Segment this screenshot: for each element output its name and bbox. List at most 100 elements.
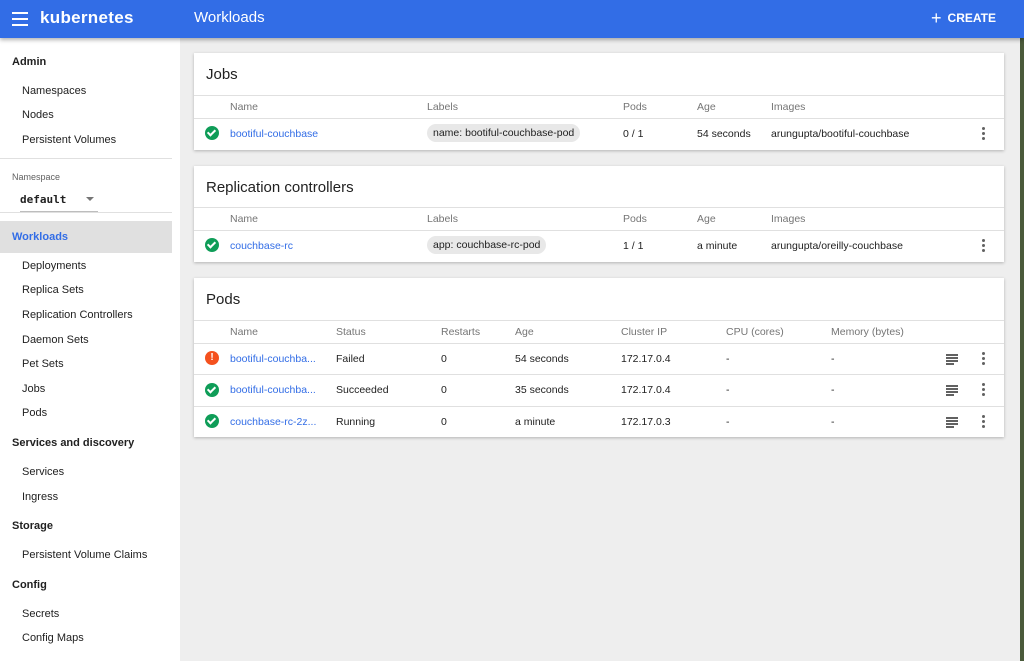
column-header-name[interactable]: Name [230, 213, 258, 225]
pod-memory: - [831, 416, 835, 428]
error-circle-icon: ! [205, 351, 219, 365]
column-header-age[interactable]: Age [697, 101, 716, 113]
column-header-name[interactable]: Name [230, 326, 258, 338]
replication-controllers-card: Replication controllers Name Labels Pods… [194, 166, 1004, 262]
pod-cpu: - [726, 416, 730, 428]
pod-name-link[interactable]: bootiful-couchba... [230, 384, 316, 396]
kubernetes-logo[interactable]: kubernetes [40, 8, 134, 28]
create-button[interactable]: + CREATE [931, 9, 996, 27]
check-circle-icon [205, 238, 219, 252]
more-vert-icon[interactable] [982, 127, 986, 141]
nav-section-storage[interactable]: Storage [12, 520, 53, 532]
age-value: 54 seconds [697, 128, 751, 140]
nav-item-pet-sets[interactable]: Pet Sets [22, 358, 64, 370]
nav-item-pods[interactable]: Pods [22, 407, 47, 419]
nav-item-nodes[interactable]: Nodes [22, 109, 54, 121]
nav-divider [0, 212, 172, 213]
check-circle-icon [205, 126, 219, 140]
column-header-pods: Pods [623, 101, 647, 113]
pods-card-title: Pods [206, 291, 241, 308]
rc-name-link[interactable]: couchbase-rc [230, 240, 293, 252]
nav-item-ingress[interactable]: Ingress [22, 491, 58, 503]
more-vert-icon[interactable] [982, 352, 986, 366]
divider [194, 343, 1004, 344]
pod-status: Succeeded [336, 384, 389, 396]
pod-age: 35 seconds [515, 384, 569, 396]
pod-name-link[interactable]: couchbase-rc-2z... [230, 416, 316, 428]
plus-icon: + [931, 8, 942, 28]
pod-age: 54 seconds [515, 353, 569, 365]
nav-item-jobs[interactable]: Jobs [22, 383, 45, 395]
nav-item-persistent-volume-claims[interactable]: Persistent Volume Claims [22, 549, 147, 561]
menu-icon[interactable] [12, 12, 28, 26]
page-title: Workloads [194, 9, 265, 26]
job-name-link[interactable]: bootiful-couchbase [230, 128, 318, 140]
divider [194, 118, 1004, 119]
nav-item-config-maps[interactable]: Config Maps [22, 632, 84, 644]
divider [194, 207, 1004, 208]
pod-status: Running [336, 416, 376, 428]
nav-item-replication-controllers[interactable]: Replication Controllers [22, 309, 133, 321]
column-header-labels: Labels [427, 101, 458, 113]
pod-memory: - [831, 384, 835, 396]
namespace-select[interactable]: default [20, 193, 98, 212]
pod-memory: - [831, 353, 835, 365]
column-header-cpu: CPU (cores) [726, 326, 784, 338]
pod-name-link[interactable]: bootiful-couchba... [230, 353, 316, 365]
pod-cluster-ip: 172.17.0.4 [621, 384, 671, 396]
divider [194, 230, 1004, 231]
namespace-value: default [20, 193, 67, 206]
column-header-labels: Labels [427, 213, 458, 225]
nav-item-daemon-sets[interactable]: Daemon Sets [22, 334, 89, 346]
jobs-card: Jobs Name Labels Pods Age Images bootifu… [194, 53, 1004, 150]
column-header-pods: Pods [623, 213, 647, 225]
pod-status: Failed [336, 353, 365, 365]
nav-item-secrets[interactable]: Secrets [22, 608, 59, 620]
column-header-images: Images [771, 213, 806, 225]
nav-divider [0, 158, 172, 159]
pod-cluster-ip: 172.17.0.4 [621, 353, 671, 365]
nav-item-replica-sets[interactable]: Replica Sets [22, 284, 84, 296]
pod-cpu: - [726, 353, 730, 365]
nav-item-namespaces[interactable]: Namespaces [22, 85, 86, 97]
more-vert-icon[interactable] [982, 415, 986, 429]
column-header-name[interactable]: Name [230, 101, 258, 113]
logs-icon[interactable] [946, 385, 958, 396]
nav-item-deployments[interactable]: Deployments [22, 260, 86, 272]
divider [194, 374, 1004, 375]
window-edge [1020, 38, 1024, 661]
check-circle-icon [205, 414, 219, 428]
column-header-age[interactable]: Age [697, 213, 716, 225]
logs-icon[interactable] [946, 354, 958, 365]
check-circle-icon [205, 383, 219, 397]
rc-card-title: Replication controllers [206, 179, 354, 196]
nav-section-config[interactable]: Config [12, 579, 47, 591]
image-value: arungupta/oreilly-couchbase [771, 240, 903, 252]
pods-count: 0 / 1 [623, 128, 644, 140]
column-header-cluster-ip: Cluster IP [621, 326, 668, 338]
column-header-age[interactable]: Age [515, 326, 534, 338]
nav-section-workloads[interactable]: Workloads [12, 231, 68, 243]
create-button-label: CREATE [947, 11, 996, 25]
nav-item-persistent-volumes[interactable]: Persistent Volumes [22, 134, 116, 146]
age-value: a minute [697, 240, 738, 252]
logs-icon[interactable] [946, 417, 958, 428]
top-app-bar: kubernetes Workloads + CREATE [0, 0, 1024, 38]
pods-count: 1 / 1 [623, 240, 644, 252]
nav-section-services[interactable]: Services and discovery [12, 437, 134, 449]
caret-down-icon [86, 197, 94, 201]
pods-card: Pods Name Status Restarts Age Cluster IP… [194, 278, 1004, 437]
pod-restarts: 0 [441, 384, 447, 396]
nav-item-services[interactable]: Services [22, 466, 64, 478]
pod-cluster-ip: 172.17.0.3 [621, 416, 671, 428]
more-vert-icon[interactable] [982, 383, 986, 397]
column-header-images: Images [771, 101, 806, 113]
divider [194, 95, 1004, 96]
column-header-restarts: Restarts [441, 326, 481, 338]
pod-restarts: 0 [441, 353, 447, 365]
image-value: arungupta/bootiful-couchbase [771, 128, 910, 140]
divider [194, 406, 1004, 407]
more-vert-icon[interactable] [982, 239, 986, 253]
pod-age: a minute [515, 416, 556, 428]
nav-section-admin[interactable]: Admin [12, 56, 46, 68]
